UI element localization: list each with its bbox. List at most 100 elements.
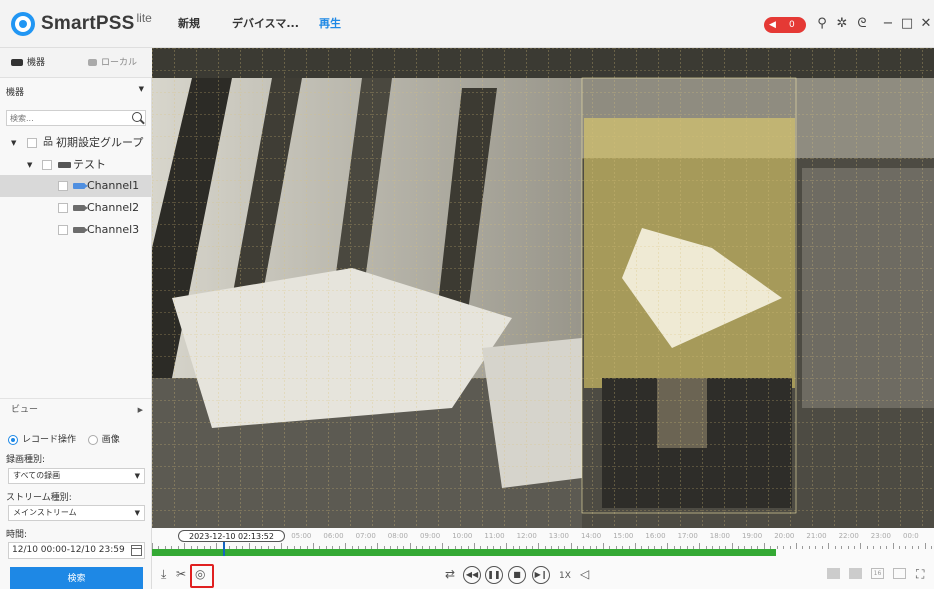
tree-group-row[interactable]: ▼ 品 初期設定グループ [0,132,151,154]
sidebar-tabs: 機器 ローカル [0,48,152,78]
maximize-icon[interactable]: □ [899,14,915,34]
app-logo-icon [11,12,35,36]
channel-checkbox[interactable] [58,203,68,213]
edit-layout-icon[interactable] [893,568,906,579]
expand-arrow-icon[interactable]: ▼ [11,132,16,154]
time-range-field[interactable]: 12/10 00:00-12/10 23:59 [8,542,145,559]
view-section-toggle[interactable]: ビュー ▶ [0,398,151,420]
tree-channel-row[interactable]: Channel2 [0,197,151,219]
timeline-tick [841,546,843,549]
tab-devices[interactable]: 機器 [11,48,45,78]
top-bar: SmartPSS lite 新規 デバイスマ... 再生 ◀ 0 ⚲ ✲ ᘓ −… [0,0,934,48]
alarm-badge[interactable]: ◀ 0 [764,17,806,33]
camera-icon [73,227,88,233]
tree-channel-row[interactable]: Channel1 [0,175,151,197]
expand-arrow-icon[interactable]: ▼ [27,154,32,176]
clip-icon[interactable]: ✂ [176,567,186,581]
calendar-icon[interactable] [131,545,142,556]
menu-playback[interactable]: 再生 [319,0,341,48]
timeline-tick [911,546,913,549]
recording-bar[interactable] [152,549,776,556]
monitor-icon [88,59,97,66]
user-icon[interactable]: ⚲ [814,14,830,34]
radio-image-label: 画像 [101,435,120,445]
sync-icon[interactable]: ⇄ [445,567,455,581]
timeline-tick [796,543,797,549]
record-type-select[interactable]: すべての録画 ▼ [8,468,145,484]
timeline-hour-label: 09:00 [420,532,441,540]
playback-timeline[interactable]: 04:0005:0006:0007:0008:0009:0010:0011:00… [152,528,934,560]
search-icon[interactable] [132,112,142,122]
minimize-icon[interactable]: − [880,14,896,34]
tree-device-row[interactable]: ▼ テスト [0,154,151,176]
video-player[interactable] [152,48,934,528]
time-label: 時間: [6,530,28,540]
search-button[interactable]: 検索 [10,567,143,589]
time-range-value: 12/10 00:00-12/10 23:59 [12,545,125,555]
device-filter-value: 機器 [6,88,25,98]
timeline-hour-label: 08:00 [387,532,408,540]
timeline-hour-label: 07:00 [355,532,376,540]
timeline-tick [828,543,830,549]
timeline-hour-label: 18:00 [709,532,730,540]
radio-image[interactable] [87,434,98,445]
channel-checkbox[interactable] [58,181,68,191]
timeline-tick [866,546,868,549]
channel-checkbox[interactable] [58,225,68,235]
timeline-tick [783,546,785,549]
menu-new[interactable]: 新規 [178,0,200,48]
stream-type-value: メインストリーム [13,508,77,517]
layout-16-icon[interactable]: 16 [871,568,884,579]
gear-icon[interactable]: ✲ [834,14,850,34]
stream-type-label: ストリーム種別: [6,493,72,503]
timeline-hour-label: 22:00 [838,532,859,540]
device-filter-select[interactable]: 機器 ▼ [6,85,146,101]
tree-device-label: テスト [73,158,106,171]
next-frame-button[interactable]: ▶❙ [532,566,550,584]
radio-record-op[interactable] [8,434,18,445]
tab-local[interactable]: ローカル [88,48,137,78]
timeline-tick [853,546,855,549]
device-checkbox[interactable] [42,160,52,170]
alarm-count: 0 [789,20,795,30]
close-icon[interactable]: ✕ [918,14,934,34]
timeline-tick [899,546,901,549]
layout-4-icon[interactable] [849,568,862,579]
current-time-bubble: 2023-12-10 02:13:52 [178,530,285,542]
timeline-tick [879,546,881,549]
lock-icon[interactable]: ᘓ [854,14,870,34]
timeline-tick [776,546,778,549]
chevron-right-icon: ▶ [137,406,143,414]
download-icon[interactable]: ⤓ [161,567,166,581]
timeline-hour-label: 13:00 [548,532,569,540]
camera-icon [73,183,88,189]
group-checkbox[interactable] [27,138,37,148]
menu-device-manager[interactable]: デバイスマ... [232,0,299,48]
timeline-tick [892,543,894,549]
rewind-button[interactable]: ◀◀ [463,566,481,584]
tree-channel-row[interactable]: Channel3 [0,219,151,241]
alarm-speaker-icon: ◀ [769,20,776,30]
pause-button[interactable]: ❚❚ [485,566,503,584]
timeline-tick [924,543,926,549]
layout-1-icon[interactable] [827,568,840,579]
device-search [6,110,146,126]
timeline-hour-label: 12:00 [516,532,537,540]
timeline-tick [873,546,875,549]
snapshot-icon[interactable]: ◎ [195,567,205,581]
stream-type-select[interactable]: メインストリーム ▼ [8,505,145,521]
volume-icon[interactable]: ◁ [580,567,589,581]
channel-label: Channel1 [87,179,140,192]
search-input[interactable] [10,111,125,125]
app-name-suffix: lite [136,11,152,25]
fullscreen-icon[interactable]: ⛶ [916,567,924,581]
speed-label[interactable]: 1X [559,569,571,583]
radio-record-op-label: レコード操作 [22,435,77,445]
view-label: ビュー [11,405,39,415]
playback-controls: ⤓ ✂ ◎ ⇄ ◀◀ ❚❚ ■ ▶❙ 1X ◁ 16 ⛶ [152,560,934,589]
stop-button[interactable]: ■ [508,566,526,584]
timeline-hour-label: 06:00 [323,532,344,540]
timeline-cursor[interactable] [223,542,225,556]
search-mode-radios: レコード操作 画像 [8,433,120,447]
timeline-hour-label: 23:00 [870,532,891,540]
